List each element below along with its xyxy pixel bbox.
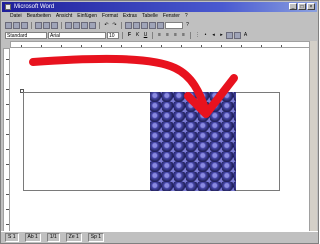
align-left-icon[interactable]: ≡ <box>156 32 163 39</box>
align-right-icon[interactable]: ≡ <box>172 32 179 39</box>
close-button[interactable]: × <box>307 3 315 10</box>
zoom-select[interactable] <box>165 21 183 29</box>
toolbar-separator <box>122 31 123 39</box>
numbering-icon[interactable]: ⋮ <box>194 32 201 39</box>
toolbar-separator <box>121 21 122 29</box>
menu-insert[interactable]: Einfügen <box>77 13 97 19</box>
horizontal-ruler[interactable] <box>10 41 310 48</box>
decrease-indent-icon[interactable]: ◂ <box>210 32 217 39</box>
cut-icon[interactable] <box>65 21 72 29</box>
menu-file[interactable]: Datei <box>10 13 22 19</box>
bold-icon[interactable]: F <box>126 32 133 39</box>
help-icon[interactable]: ? <box>184 22 191 29</box>
word-window: Microsoft Word _ □ × Datei Bearbeiten An… <box>0 0 319 244</box>
spellcheck-icon[interactable] <box>51 21 58 29</box>
status-position: 1/1 <box>46 233 60 242</box>
redo-icon[interactable]: ↷ <box>111 22 118 29</box>
open-folder-icon[interactable] <box>13 21 20 29</box>
save-icon[interactable] <box>21 21 28 29</box>
bullets-icon[interactable]: • <box>202 32 209 39</box>
format-painter-icon[interactable] <box>89 21 96 29</box>
copy-icon[interactable] <box>73 21 80 29</box>
show-hide-icon[interactable] <box>157 21 164 29</box>
insert-table-icon[interactable] <box>125 21 132 29</box>
italic-icon[interactable]: K <box>134 32 141 39</box>
print-preview-icon[interactable] <box>43 21 50 29</box>
toolbar-separator <box>99 21 100 29</box>
menu-view[interactable]: Ansicht <box>56 13 72 19</box>
drawing-icon[interactable] <box>149 21 156 29</box>
highlight-icon[interactable] <box>234 31 241 39</box>
toolbar-separator <box>190 31 191 39</box>
title-bar: Microsoft Word _ □ × <box>2 2 317 12</box>
status-section: Ab 1 <box>24 233 41 242</box>
undo-icon[interactable]: ↶ <box>103 22 110 29</box>
status-line: Ze 1 <box>65 233 82 242</box>
menu-bar: Datei Bearbeiten Ansicht Einfügen Format… <box>2 12 317 20</box>
font-size-select[interactable]: 10 <box>107 31 119 39</box>
window-controls: _ □ × <box>289 3 315 10</box>
menu-table[interactable]: Tabelle <box>142 13 158 19</box>
document-page[interactable] <box>10 48 310 233</box>
menu-window[interactable]: Fenster <box>163 13 180 19</box>
menu-edit[interactable]: Bearbeiten <box>27 13 51 19</box>
standard-toolbar: ↶ ↷ ? <box>2 20 317 30</box>
window-title: Microsoft Word <box>14 4 55 10</box>
menu-help[interactable]: ? <box>185 13 188 19</box>
vertical-ruler[interactable] <box>3 48 10 233</box>
columns-icon[interactable] <box>141 21 148 29</box>
font-select[interactable]: Arial <box>48 31 106 39</box>
paste-icon[interactable] <box>81 21 88 29</box>
status-page: S 1 <box>5 233 19 242</box>
maximize-button[interactable]: □ <box>298 3 306 10</box>
toolbar-separator <box>31 21 32 29</box>
insert-excel-icon[interactable] <box>133 21 140 29</box>
justify-icon[interactable]: ≡ <box>180 32 187 39</box>
status-column: Sp 1 <box>87 233 105 242</box>
underline-icon[interactable]: U <box>142 32 149 39</box>
menu-tools[interactable]: Extras <box>123 13 137 19</box>
minimize-button[interactable]: _ <box>289 3 297 10</box>
formatting-toolbar: Standard Arial 10 F K U ≡ ≡ ≡ ≡ ⋮ • ◂ ▸ … <box>2 30 317 40</box>
status-bar: S 1 Ab 1 1/1 Ze 1 Sp 1 <box>1 231 318 243</box>
table-cell-background-image[interactable] <box>150 92 236 191</box>
style-select[interactable]: Standard <box>5 31 47 39</box>
new-document-icon[interactable] <box>5 21 12 29</box>
vertical-scrollbar[interactable] <box>309 41 317 233</box>
menu-format[interactable]: Format <box>102 13 118 19</box>
app-icon[interactable] <box>5 4 11 10</box>
print-icon[interactable] <box>35 21 42 29</box>
toolbar-separator <box>61 21 62 29</box>
toolbar-separator <box>152 31 153 39</box>
increase-indent-icon[interactable]: ▸ <box>218 32 225 39</box>
align-center-icon[interactable]: ≡ <box>164 32 171 39</box>
font-color-icon[interactable]: A <box>242 32 249 39</box>
borders-icon[interactable] <box>226 31 233 39</box>
